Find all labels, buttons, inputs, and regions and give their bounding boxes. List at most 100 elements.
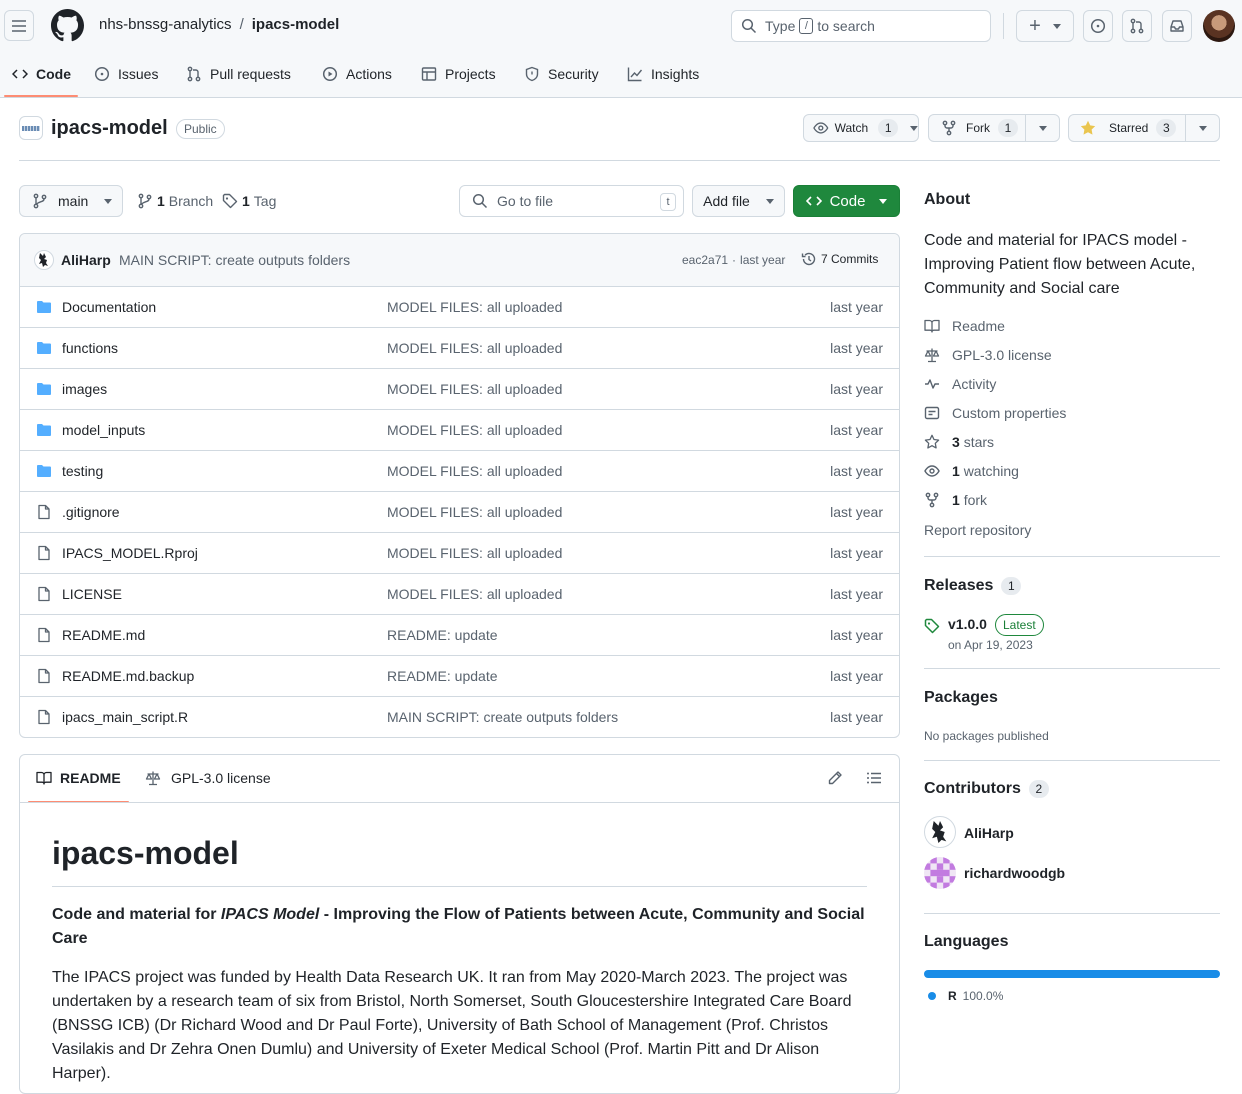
table-icon [421,67,437,81]
file-name[interactable]: Documentation [62,299,156,315]
user-avatar[interactable] [1203,10,1235,42]
release-tag-name[interactable]: v1.0.0 [948,616,987,632]
file-name[interactable]: LICENSE [62,586,122,602]
file-row[interactable]: README.md.backup README: update last yea… [20,655,899,696]
watch-button[interactable]: Watch 1 [803,114,919,142]
file-row[interactable]: IPACS_MODEL.Rproj MODEL FILES: all uploa… [20,532,899,573]
contributor-avatar-richardwoodgb[interactable] [924,857,956,889]
file-commit-time: last year [830,709,883,725]
go-to-file-input[interactable]: Go to file t [459,185,684,217]
breadcrumb-repo[interactable]: ipacs-model [252,16,340,33]
file-name[interactable]: .gitignore [62,504,120,520]
pull-requests-button[interactable] [1122,10,1152,42]
edit-readme-button[interactable] [827,770,843,786]
release-date: on Apr 19, 2023 [948,638,1033,652]
book-icon [36,771,52,785]
outline-button[interactable] [866,770,882,786]
packages-text: No packages published [924,729,1049,743]
branches-link[interactable]: 1 Branch [137,193,213,209]
tab-insights[interactable]: Insights [627,50,699,98]
inbox-button[interactable] [1162,10,1192,42]
commit-sha[interactable]: eac2a71 [682,253,728,267]
readme-link[interactable]: Readme [924,318,1005,334]
file-name[interactable]: README.md [62,627,145,643]
branch-select-button[interactable]: main [19,185,123,217]
file-commit-message[interactable]: README: update [387,668,498,684]
contributors-header[interactable]: Contributors 2 [924,780,1049,798]
license-tab[interactable]: GPL-3.0 license [145,770,271,786]
readme-tab[interactable]: README [36,770,121,786]
fork-dropdown-button[interactable] [1025,114,1060,142]
license-link[interactable]: GPL-3.0 license [924,347,1052,363]
issues-button[interactable] [1083,10,1113,42]
language-item-r[interactable]: R 100.0% [928,989,1003,1003]
releases-heading: Releases [924,577,994,594]
activity-link[interactable]: Activity [924,376,996,392]
forks-link[interactable]: 1 fork [924,492,987,508]
commit-message[interactable]: MAIN SCRIPT: create outputs folders [119,252,350,268]
tab-issues[interactable]: Issues [94,50,158,98]
menu-button[interactable] [4,10,34,41]
commits-link[interactable]: 7 Commits [801,251,878,267]
file-name[interactable]: IPACS_MODEL.Rproj [62,545,198,561]
file-commit-time: last year [830,422,883,438]
commit-author-avatar[interactable] [34,250,54,270]
global-search-input[interactable]: Type / to search [731,10,991,42]
tab-issues-label: Issues [118,66,159,82]
add-file-button[interactable]: Add file [692,185,785,217]
watching-link[interactable]: 1 watching [924,463,1019,479]
eye-icon [813,122,829,134]
repo-name[interactable]: ipacs-model [51,117,168,140]
file-row[interactable]: .gitignore MODEL FILES: all uploaded las… [20,491,899,532]
star-button[interactable]: Starred 3 [1068,114,1186,142]
tab-security[interactable]: Security [524,50,599,98]
breadcrumb-owner[interactable]: nhs-bnssg-analytics [99,16,232,33]
note-icon [924,406,940,420]
file-name[interactable]: images [62,381,107,397]
contributor-avatar-aliharp[interactable] [924,816,956,848]
file-row[interactable]: testing MODEL FILES: all uploaded last y… [20,450,899,491]
file-commit-time: last year [830,463,883,479]
file-commit-message[interactable]: MODEL FILES: all uploaded [387,504,562,520]
file-row[interactable]: Documentation MODEL FILES: all uploaded … [20,286,899,327]
create-new-button[interactable]: + [1016,10,1074,42]
stars-link[interactable]: 3 stars [924,434,994,450]
file-name[interactable]: README.md.backup [62,668,194,684]
code-button[interactable]: Code [793,185,900,217]
commit-author[interactable]: AliHarp [61,252,111,268]
tab-actions[interactable]: Actions [322,50,392,98]
fork-button[interactable]: Fork 1 [928,114,1026,142]
custom-properties-link[interactable]: Custom properties [924,405,1066,421]
file-name[interactable]: functions [62,340,118,356]
file-row[interactable]: LICENSE MODEL FILES: all uploaded last y… [20,573,899,614]
file-row[interactable]: functions MODEL FILES: all uploaded last… [20,327,899,368]
file-name[interactable]: testing [62,463,103,479]
tab-pull-requests[interactable]: Pull requests [186,50,291,98]
file-icon [36,709,52,725]
file-commit-message[interactable]: MODEL FILES: all uploaded [387,586,562,602]
releases-header[interactable]: Releases 1 [924,577,1022,595]
file-commit-message[interactable]: README: update [387,627,498,643]
file-row[interactable]: README.md README: update last year [20,614,899,655]
contributor-name-aliharp[interactable]: AliHarp [964,825,1014,841]
packages-heading[interactable]: Packages [924,689,998,707]
file-commit-message[interactable]: MODEL FILES: all uploaded [387,340,562,356]
tab-projects[interactable]: Projects [421,50,496,98]
file-commit-message[interactable]: MODEL FILES: all uploaded [387,545,562,561]
tags-link[interactable]: 1 Tag [222,193,276,209]
file-row[interactable]: ipacs_main_script.R MAIN SCRIPT: create … [20,696,899,737]
file-row[interactable]: model_inputs MODEL FILES: all uploaded l… [20,409,899,450]
file-commit-message[interactable]: MODEL FILES: all uploaded [387,463,562,479]
file-name[interactable]: model_inputs [62,422,145,438]
file-commit-message[interactable]: MODEL FILES: all uploaded [387,422,562,438]
file-commit-message[interactable]: MODEL FILES: all uploaded [387,381,562,397]
tab-code[interactable]: Code [12,50,71,98]
report-repository-link[interactable]: Report repository [924,522,1031,538]
contributor-name-richardwoodgb[interactable]: richardwoodgb [964,865,1065,881]
star-dropdown-button[interactable] [1185,114,1220,142]
file-commit-message[interactable]: MODEL FILES: all uploaded [387,299,562,315]
file-commit-message[interactable]: MAIN SCRIPT: create outputs folders [387,709,618,725]
github-logo-icon[interactable] [51,9,84,42]
file-name[interactable]: ipacs_main_script.R [62,709,188,725]
file-row[interactable]: images MODEL FILES: all uploaded last ye… [20,368,899,409]
